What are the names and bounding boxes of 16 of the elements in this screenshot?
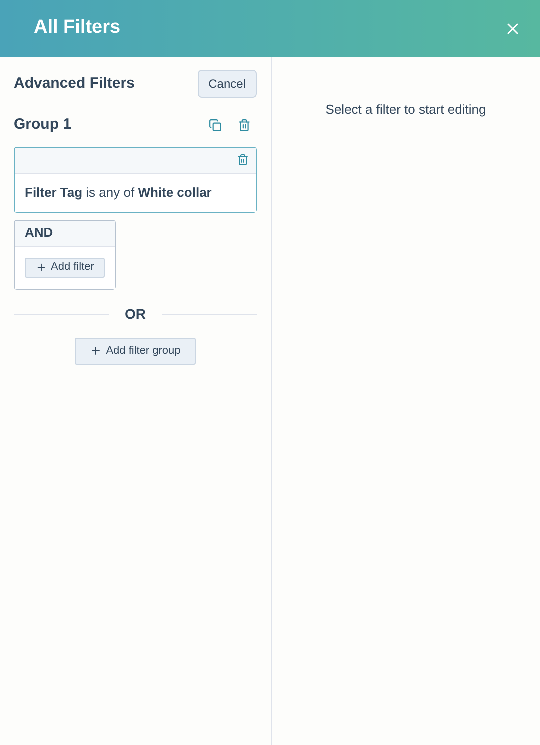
copy-icon[interactable] (209, 118, 222, 132)
add-filter-button[interactable]: Add filter (25, 258, 106, 278)
trash-icon[interactable] (238, 118, 251, 132)
group-title: Group 1 (14, 115, 72, 135)
filter-description: Filter Tag is any of White collar (25, 184, 212, 202)
or-divider-label: OR (125, 304, 146, 324)
panel-title: Advanced Filters (14, 74, 135, 94)
and-label: AND (25, 224, 54, 242)
empty-state-message: Select a filter to start editing (326, 101, 486, 119)
dialog-title: All Filters (34, 16, 121, 40)
trash-icon[interactable] (237, 154, 249, 166)
filter-card[interactable]: Filter Tag is any of White collar (14, 146, 257, 212)
cancel-button[interactable]: Cancel (198, 70, 257, 98)
plus-icon (90, 345, 102, 357)
plus-icon (36, 262, 47, 273)
add-filter-group-button[interactable]: Add filter group (75, 338, 196, 364)
